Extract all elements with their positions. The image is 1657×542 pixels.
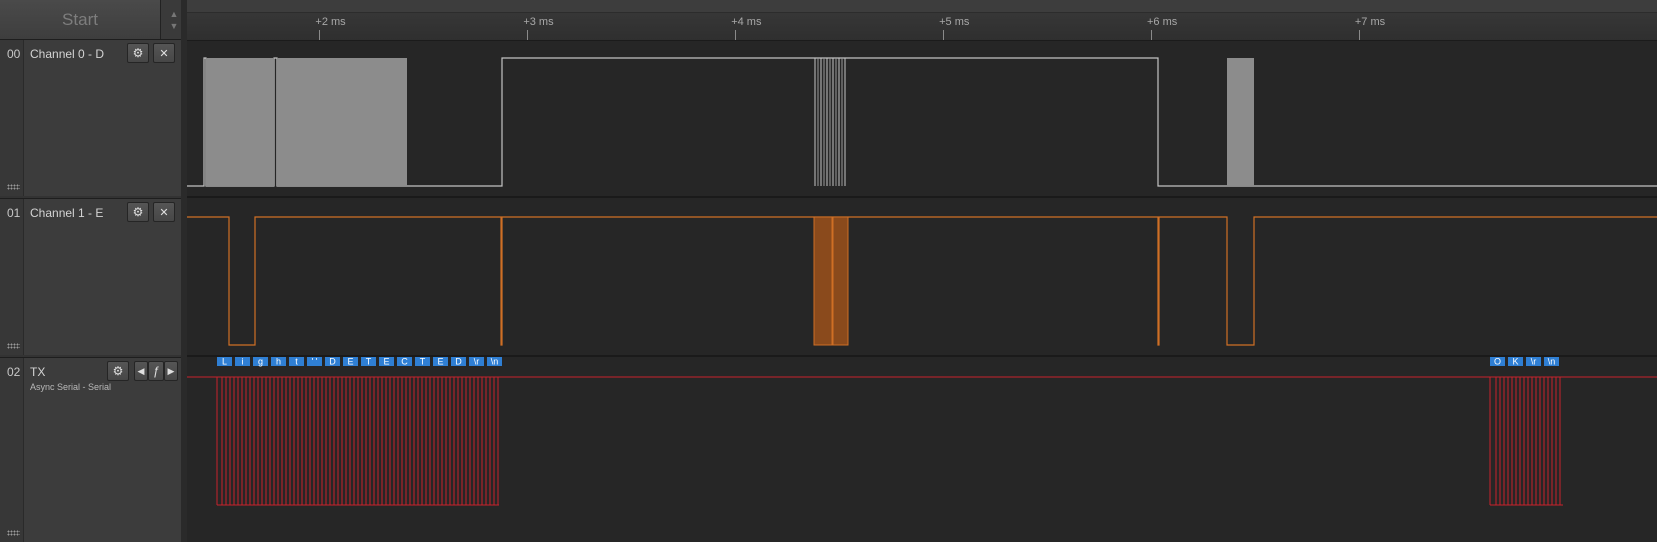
close-icon: ✕ bbox=[159, 206, 169, 219]
decoded-byte-label: \n bbox=[1548, 357, 1556, 367]
waveform-canvas[interactable]: Li g h t ' ' D E T E C T E D \r \n O K \r \n bbox=[187, 41, 1657, 542]
channel-remove-button[interactable]: ✕ bbox=[153, 43, 175, 63]
decoded-byte-label: E bbox=[437, 357, 443, 367]
channel-name[interactable]: Channel 0 - D bbox=[30, 47, 104, 61]
channel-number-box: 02 bbox=[0, 358, 24, 542]
channel-1-dense-block bbox=[813, 216, 833, 346]
ruler-top-band bbox=[187, 0, 1657, 13]
ruler-tick bbox=[527, 30, 529, 40]
decoded-byte-label: D bbox=[329, 357, 336, 367]
channel-1-trace bbox=[187, 216, 1657, 346]
channel-row-0[interactable]: 00 Channel 0 - D ⚙ ✕ bbox=[0, 39, 187, 196]
decoded-byte-label: \n bbox=[491, 357, 499, 367]
chevron-left-icon: ◀ bbox=[137, 365, 145, 376]
edge-icon: ƒ bbox=[152, 364, 160, 378]
ruler-tick-label: +4 ms bbox=[731, 16, 762, 28]
ruler-tick bbox=[943, 30, 945, 40]
decoded-byte-label: h bbox=[276, 357, 281, 367]
channel-number-box: 00 bbox=[0, 40, 24, 196]
channel-number: 00 bbox=[7, 47, 21, 61]
channel-row-1[interactable]: 01 Channel 1 - E ⚙ ✕ bbox=[0, 198, 187, 355]
ruler-tick bbox=[735, 30, 737, 40]
decoded-byte-label: ' ' bbox=[312, 357, 318, 367]
analyzer-settings-button[interactable]: ⚙ bbox=[107, 361, 129, 381]
ruler-tick-label: +7 ms bbox=[1354, 16, 1386, 28]
channel-settings-button[interactable]: ⚙ bbox=[127, 202, 149, 222]
edge-toggle-button[interactable]: ƒ bbox=[148, 361, 164, 381]
logic-analyzer-window: Start ▲ ▼ 00 Channel 0 - D ⚙ ✕ 01 Channe… bbox=[0, 0, 1657, 542]
close-icon: ✕ bbox=[159, 47, 169, 60]
channel-settings-button[interactable]: ⚙ bbox=[127, 43, 149, 63]
decoded-byte-label: D bbox=[455, 357, 462, 367]
decoded-byte-label: E bbox=[383, 357, 389, 367]
channel-0-dense-block bbox=[206, 58, 274, 186]
ruler-tick-label: +6 ms bbox=[1146, 16, 1178, 28]
channel-name[interactable]: Channel 1 - E bbox=[30, 206, 103, 220]
previous-edge-button[interactable]: ◀ bbox=[134, 361, 148, 381]
waveform-area[interactable]: Li g h t ' ' D E T E C T E D \r \n O K \r \n bbox=[187, 41, 1657, 542]
channel-name[interactable]: TX bbox=[30, 365, 45, 379]
ruler-tick-label: +3 ms bbox=[523, 16, 554, 28]
channel-number: 01 bbox=[7, 206, 21, 220]
ruler-tick bbox=[1358, 30, 1360, 40]
row-divider bbox=[187, 355, 1657, 357]
decoded-byte-label: O bbox=[1494, 357, 1501, 367]
gear-icon: ⚙ bbox=[112, 364, 124, 378]
chevron-up-icon: ▲ bbox=[169, 8, 179, 19]
channel-panel: Start ▲ ▼ 00 Channel 0 - D ⚙ ✕ 01 Channe… bbox=[0, 0, 187, 542]
decoded-byte-label: L bbox=[222, 357, 227, 367]
decoded-byte-label: \r bbox=[1531, 357, 1537, 367]
drag-handle-icon[interactable] bbox=[7, 343, 20, 349]
decoded-byte-label: K bbox=[1512, 357, 1518, 367]
decoded-byte-label: T bbox=[366, 357, 372, 367]
chevron-right-icon: ▶ bbox=[167, 365, 175, 376]
decoded-byte-label: T bbox=[420, 357, 426, 367]
channel-number-box: 01 bbox=[0, 199, 24, 355]
decoded-byte-label: \r bbox=[474, 357, 480, 367]
decoded-byte-label: C bbox=[401, 357, 408, 367]
drag-handle-icon[interactable] bbox=[7, 184, 20, 190]
ruler-tick-label: +2 ms bbox=[315, 16, 346, 28]
ruler-tick bbox=[319, 30, 321, 40]
decoded-byte-label: E bbox=[347, 357, 353, 367]
ruler-tick bbox=[1150, 30, 1152, 40]
analyzer-label: Async Serial - Serial bbox=[30, 382, 112, 392]
decoded-byte-label: i bbox=[242, 357, 244, 367]
drag-handle-icon[interactable] bbox=[7, 530, 20, 536]
channel-1-dense-block bbox=[832, 216, 849, 346]
next-edge-button[interactable]: ▶ bbox=[164, 361, 178, 381]
gear-icon: ⚙ bbox=[132, 205, 144, 219]
time-ruler[interactable]: +2 ms +3 ms +4 ms +5 ms +6 ms +7 ms bbox=[187, 0, 1657, 41]
channel-0-dense-block bbox=[1227, 58, 1254, 186]
ruler-tick-label: +5 ms bbox=[939, 16, 970, 28]
channel-0-trace bbox=[187, 57, 1657, 187]
gear-icon: ⚙ bbox=[132, 46, 144, 60]
chevron-down-icon: ▼ bbox=[169, 20, 179, 31]
channel-remove-button[interactable]: ✕ bbox=[153, 202, 175, 222]
start-button[interactable]: Start bbox=[0, 0, 161, 40]
channel-0-dense-block bbox=[277, 58, 407, 186]
decoded-byte-label: g bbox=[258, 357, 263, 367]
row-divider bbox=[187, 196, 1657, 198]
channel-number: 02 bbox=[7, 365, 21, 379]
channel-row-2[interactable]: 02 TX Async Serial - Serial ⚙ ◀ ƒ ▶ bbox=[0, 357, 187, 542]
